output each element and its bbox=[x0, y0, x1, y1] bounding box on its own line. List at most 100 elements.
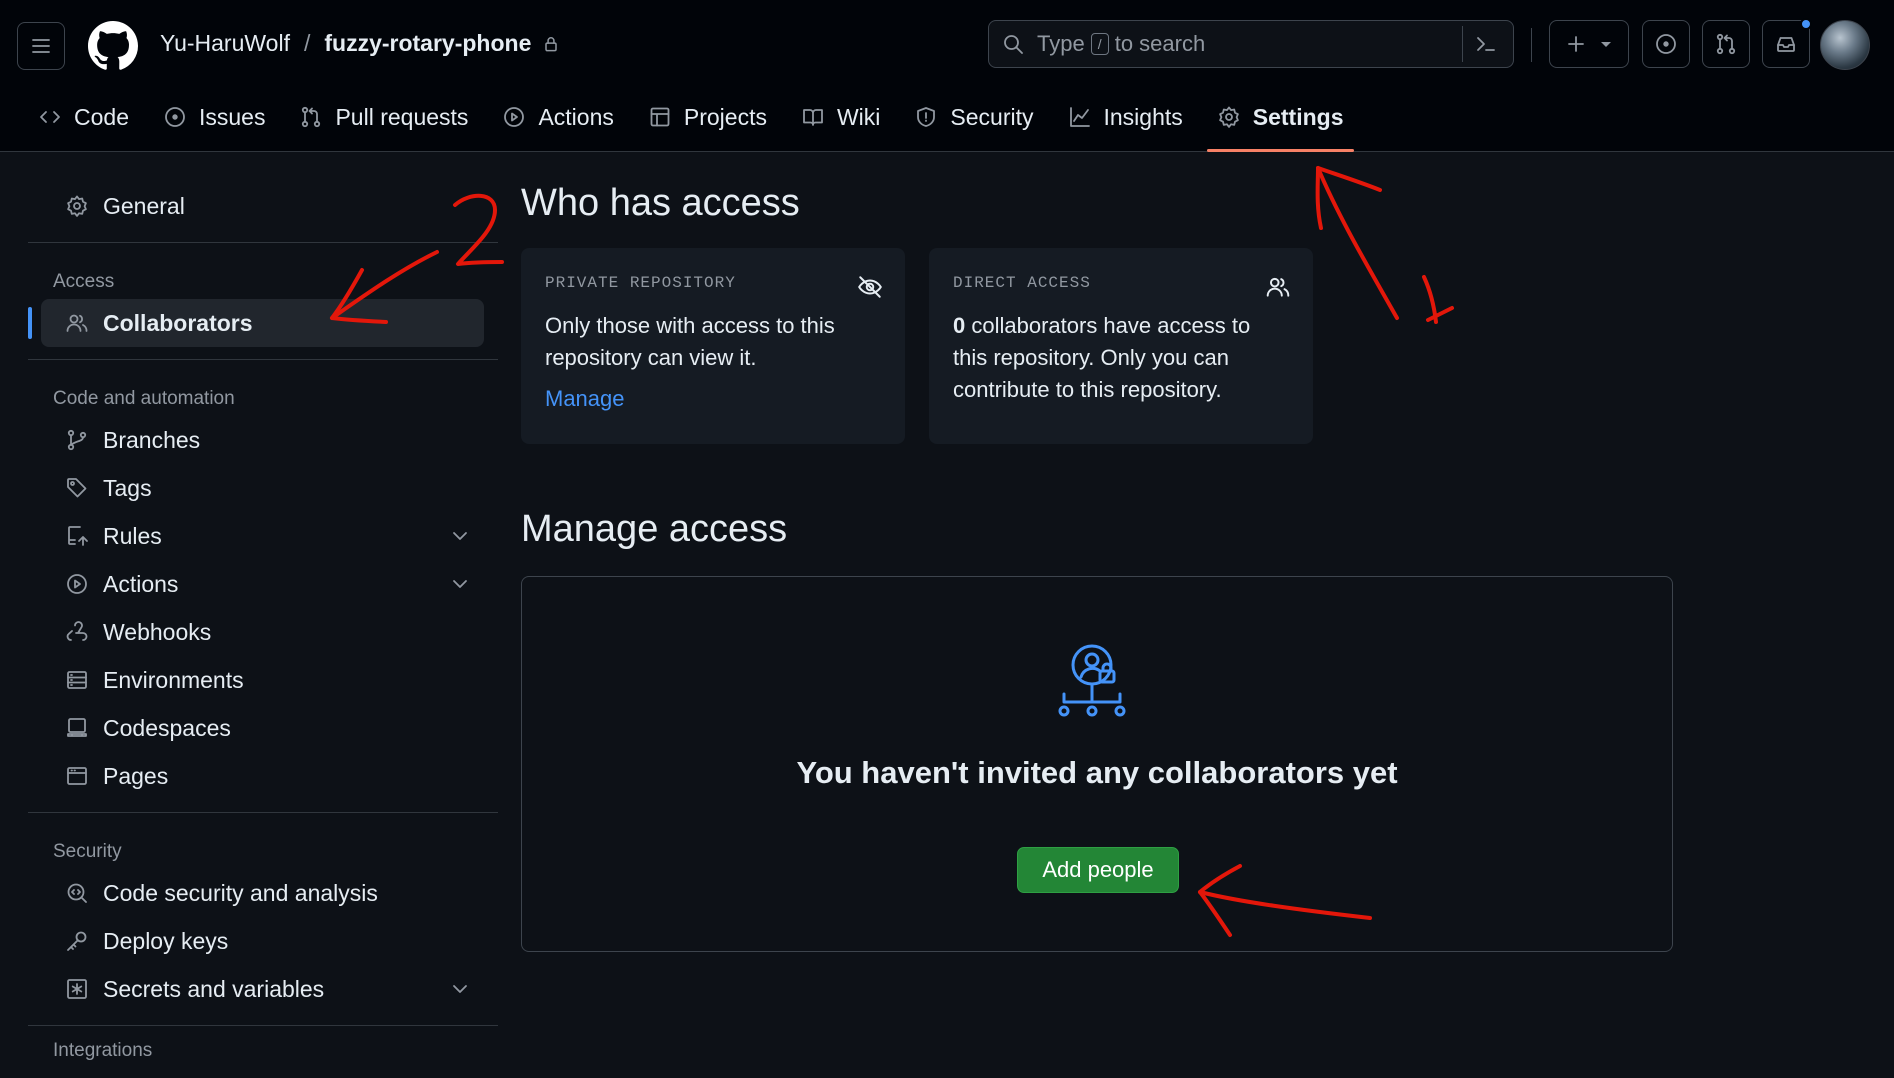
direct-access-card: DIRECT ACCESS 0 collaborators have acces… bbox=[929, 248, 1313, 444]
search-shortcut-key: / bbox=[1090, 33, 1109, 55]
sidebar-item-codespaces[interactable]: Codespaces bbox=[41, 704, 484, 752]
tab-label: Code bbox=[74, 103, 129, 130]
your-issues-button[interactable] bbox=[1642, 20, 1690, 68]
sidebar-item-deploy-keys[interactable]: Deploy keys bbox=[41, 917, 484, 965]
codespaces-icon bbox=[67, 718, 87, 737]
sidebar-divider bbox=[28, 1025, 498, 1026]
page-title: Who has access bbox=[521, 182, 800, 224]
collaborator-count: 0 bbox=[953, 313, 966, 338]
your-pull-requests-button[interactable] bbox=[1702, 20, 1750, 68]
codescan-icon bbox=[67, 883, 87, 903]
search-input[interactable]: Type / to search bbox=[988, 20, 1514, 68]
tab-settings[interactable]: Settings bbox=[1206, 92, 1354, 152]
sidebar-item-environments[interactable]: Environments bbox=[41, 656, 484, 704]
sidebar-item-code-security[interactable]: Code security and analysis bbox=[41, 869, 484, 917]
sidebar-item-label: Code security and analysis bbox=[103, 879, 378, 906]
sidebar-item-rules[interactable]: Rules bbox=[41, 512, 484, 560]
repo-push-icon bbox=[68, 526, 88, 546]
tab-security[interactable]: Security bbox=[904, 92, 1043, 142]
person-lock-icon bbox=[1058, 644, 1126, 717]
sidebar-item-pages[interactable]: Pages bbox=[41, 752, 484, 800]
sidebar-item-label: Collaborators bbox=[103, 309, 253, 336]
sidebar-item-collaborators[interactable]: Collaborators bbox=[28, 299, 484, 347]
sidebar-item-label: Webhooks bbox=[103, 618, 212, 645]
chevron-down-icon[interactable] bbox=[448, 524, 472, 548]
menu-button[interactable] bbox=[17, 22, 65, 70]
tab-code[interactable]: Code bbox=[28, 92, 139, 142]
sidebar-item-label: Environments bbox=[103, 666, 244, 693]
tab-issues[interactable]: Issues bbox=[153, 92, 275, 142]
sidebar-item-general[interactable]: General bbox=[41, 182, 484, 230]
server-icon bbox=[67, 671, 87, 689]
tab-actions[interactable]: Actions bbox=[492, 92, 623, 142]
tab-label: Actions bbox=[538, 103, 614, 130]
eye-closed-icon bbox=[858, 276, 882, 298]
manage-access-title: Manage access bbox=[521, 508, 788, 550]
sidebar-item-label: Deploy keys bbox=[103, 927, 229, 954]
lock-icon bbox=[545, 36, 558, 51]
search-placeholder: Type / to search bbox=[1037, 31, 1205, 57]
key-asterisk-icon bbox=[67, 979, 87, 999]
sidebar-divider bbox=[28, 359, 498, 360]
chevron-down-icon[interactable] bbox=[448, 977, 472, 1001]
git-branch-icon bbox=[67, 429, 87, 451]
main-content: Who has access PRIVATE REPOSITORY Only t… bbox=[521, 182, 1673, 952]
tab-label: Security bbox=[950, 103, 1034, 130]
create-new-button[interactable] bbox=[1549, 20, 1629, 68]
search-icon bbox=[1004, 35, 1023, 54]
sidebar-heading-security: Security bbox=[53, 841, 122, 862]
add-people-button[interactable]: Add people bbox=[1017, 847, 1179, 893]
browser-icon bbox=[67, 767, 87, 785]
sidebar-item-label: Pages bbox=[103, 762, 169, 789]
tab-label: Settings bbox=[1252, 103, 1344, 130]
sidebar-item-webhooks[interactable]: Webhooks bbox=[41, 608, 484, 656]
sidebar-heading-integrations: Integrations bbox=[53, 1040, 153, 1061]
tab-wiki[interactable]: Wiki bbox=[791, 92, 890, 142]
tab-label: Issues bbox=[198, 103, 266, 130]
top-bar: Yu-HaruWolf / fuzzy-rotary-phone Type / … bbox=[0, 0, 1894, 92]
sidebar-item-label: General bbox=[103, 192, 185, 219]
tab-projects[interactable]: Projects bbox=[638, 92, 777, 142]
manage-access-box: You haven't invited any collaborators ye… bbox=[521, 576, 1673, 952]
avatar[interactable] bbox=[1820, 20, 1870, 70]
sidebar-divider bbox=[28, 242, 498, 243]
repo-link[interactable]: fuzzy-rotary-phone bbox=[324, 30, 531, 57]
sidebar-item-label: Secrets and variables bbox=[103, 975, 325, 1002]
repo-header: Yu-HaruWolf / fuzzy-rotary-phone Type / … bbox=[0, 0, 1894, 152]
command-palette-icon[interactable] bbox=[1474, 32, 1498, 56]
direct-access-text: collaborators have access to this reposi… bbox=[953, 313, 1251, 402]
search-suffix: to search bbox=[1114, 31, 1206, 56]
breadcrumb-separator: / bbox=[303, 30, 311, 56]
empty-state-title: You haven't invited any collaborators ye… bbox=[796, 755, 1398, 790]
search-divider bbox=[1462, 26, 1463, 62]
tab-label: Insights bbox=[1103, 103, 1183, 130]
gear-icon bbox=[1218, 106, 1239, 128]
git-pull-request-icon bbox=[302, 106, 321, 128]
sidebar-heading-code-automation: Code and automation bbox=[53, 388, 235, 409]
sidebar-item-actions[interactable]: Actions bbox=[41, 560, 484, 608]
inbox-icon bbox=[1777, 37, 1795, 52]
sidebar-item-label: Tags bbox=[103, 474, 152, 501]
sidebar-item-secrets-variables[interactable]: Secrets and variables bbox=[41, 965, 484, 1013]
issue-opened-icon bbox=[1656, 34, 1676, 54]
sidebar-item-label: Branches bbox=[103, 426, 201, 453]
manage-link[interactable]: Manage bbox=[545, 386, 625, 412]
github-logo-icon[interactable] bbox=[88, 21, 138, 71]
sidebar-heading-access: Access bbox=[53, 271, 115, 292]
chevron-down-icon[interactable] bbox=[448, 572, 472, 596]
sidebar-item-label: Rules bbox=[103, 522, 162, 549]
git-pull-request-icon bbox=[1716, 33, 1736, 55]
settings-sidebar: General Access Collaborators Code and au… bbox=[28, 182, 498, 1062]
card-description: 0 collaborators have access to this repo… bbox=[953, 310, 1289, 406]
sidebar-item-label: Actions bbox=[103, 570, 179, 597]
owner-link[interactable]: Yu-HaruWolf bbox=[160, 30, 290, 57]
card-description: Only those with access to this repositor… bbox=[545, 313, 835, 370]
tab-insights[interactable]: Insights bbox=[1058, 92, 1193, 142]
key-icon bbox=[67, 931, 87, 951]
sidebar-item-branches[interactable]: Branches bbox=[41, 416, 484, 464]
tab-pull-requests[interactable]: Pull requests bbox=[289, 92, 478, 142]
card-label: DIRECT ACCESS bbox=[953, 274, 1091, 292]
sidebar-item-tags[interactable]: Tags bbox=[41, 464, 484, 512]
tab-label: Wiki bbox=[836, 103, 881, 130]
play-icon bbox=[504, 107, 525, 127]
